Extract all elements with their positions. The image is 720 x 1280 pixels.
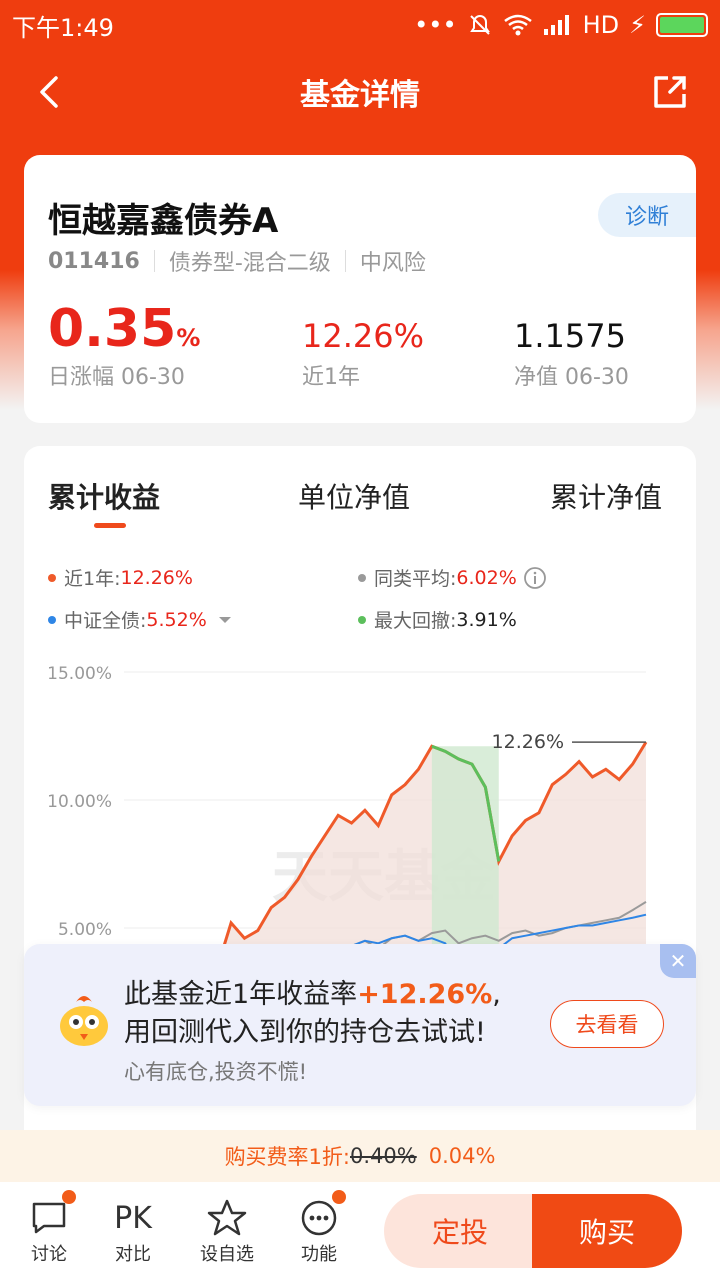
caret-down-icon xyxy=(218,616,231,623)
daily-change-unit: % xyxy=(176,324,201,352)
more-dots-icon: ••• xyxy=(414,11,457,39)
year-return-stat: 12.26% 近1年 xyxy=(302,317,424,391)
compare-button[interactable]: PK 对比 xyxy=(98,1196,168,1266)
daily-change-stat: 0.35% 日涨幅 06-30 xyxy=(48,303,200,391)
fund-risk: 中风险 xyxy=(359,251,426,276)
legend-dot xyxy=(358,615,366,624)
nav-label: 净值 06-30 xyxy=(514,365,629,390)
legend-dot xyxy=(48,573,56,582)
fee-prefix: 购买费率1折: xyxy=(224,1145,350,1169)
legend-drawdown: 最大回撤: 3.91% xyxy=(358,606,517,633)
popup-line1-text: 此基金近1年收益率 xyxy=(124,979,358,1010)
chat-icon xyxy=(32,1202,66,1234)
tab-cumulative-return[interactable]: 累计收益 xyxy=(48,476,160,516)
legend-fund: 近1年: 12.26% xyxy=(48,564,193,591)
fee-old: 0.40% xyxy=(350,1144,417,1168)
function-button[interactable]: 功能 xyxy=(284,1190,354,1266)
legend-drawdown-value: 3.91% xyxy=(456,608,517,631)
daily-change-label: 日涨幅 06-30 xyxy=(48,365,185,390)
notification-badge xyxy=(62,1190,76,1204)
end-value-label: 12.26% xyxy=(492,731,564,753)
diagnose-button[interactable]: 诊断 xyxy=(598,193,696,237)
back-button[interactable] xyxy=(30,70,74,114)
year-return-value: 12.26% xyxy=(302,317,425,355)
sip-button[interactable]: 定投 xyxy=(384,1194,536,1268)
legend-fund-label: 近1年: xyxy=(64,568,121,590)
mascot-icon xyxy=(60,996,108,1046)
legend-fund-value: 12.26% xyxy=(120,566,193,589)
star-icon xyxy=(207,1199,247,1236)
legend-index[interactable]: 中证全债: 5.52% xyxy=(48,606,235,633)
chevron-left-icon xyxy=(40,76,58,108)
bottom-bar: 讨论 PK 对比 设自选 功能 定投 购买 xyxy=(0,1182,720,1280)
backtest-popup: ✕ 此基金近1年收益率+12.26%, 用回测代入到你的持仓去试试! 心有底仓,… xyxy=(24,944,696,1106)
info-icon[interactable] xyxy=(523,566,547,590)
add-watchlist-button[interactable]: 设自选 xyxy=(192,1196,262,1266)
network-label: HD xyxy=(582,11,620,39)
fee-bar: 购买费率1折: 0.40% 0.04% xyxy=(0,1130,720,1182)
tab-cumulative-nav[interactable]: 累计净值 xyxy=(550,476,662,516)
mute-icon xyxy=(469,14,490,35)
fund-meta: 011416 债券型-混合二级 中风险 xyxy=(48,245,426,277)
status-time: 下午1:49 xyxy=(12,13,114,42)
legend-peer: 同类平均: 6.02% xyxy=(358,564,547,591)
discuss-button[interactable]: 讨论 xyxy=(14,1190,84,1266)
close-popup-button[interactable]: ✕ xyxy=(660,944,696,978)
status-bar: 下午1:49 ••• HD ⚡ xyxy=(0,0,720,50)
page-title: 基金详情 xyxy=(300,78,420,113)
watch-label: 设自选 xyxy=(200,1244,254,1265)
y-tick-label: 5.00% xyxy=(58,920,112,940)
popup-line1-suffix: , xyxy=(492,979,501,1010)
share-icon xyxy=(654,76,686,108)
tab-indicator xyxy=(94,523,126,528)
more-circle-icon xyxy=(301,1200,337,1236)
popup-line2: 用回测代入到你的持仓去试试! xyxy=(124,1017,486,1048)
y-tick-label: 10.00% xyxy=(47,792,112,812)
y-tick-label: 15.00% xyxy=(47,664,112,684)
status-icons: ••• HD ⚡ xyxy=(414,11,708,39)
popup-line1: 此基金近1年收益率+12.26%, xyxy=(124,972,501,1011)
battery-icon xyxy=(656,13,708,37)
legend-index-value: 5.52% xyxy=(146,608,207,631)
legend-peer-label: 同类平均: xyxy=(374,568,457,590)
fund-stats: 0.35% 日涨幅 06-30 12.26% 近1年 1.1575 净值 06-… xyxy=(48,303,678,403)
legend-dot xyxy=(358,573,366,582)
share-button[interactable] xyxy=(648,70,692,114)
tab-unit-nav[interactable]: 单位净值 xyxy=(298,476,410,516)
daily-change-value: 0.35 xyxy=(48,299,177,359)
buy-button[interactable]: 购买 xyxy=(532,1194,682,1268)
divider xyxy=(344,250,346,272)
discuss-label: 讨论 xyxy=(31,1244,67,1265)
legend-index-label: 中证全债: xyxy=(64,610,147,632)
legend-dot xyxy=(48,615,56,624)
legend-drawdown-label: 最大回撤: xyxy=(374,610,457,632)
fund-summary-card: 恒越嘉鑫债券A 诊断 011416 债券型-混合二级 中风险 0.35% 日涨幅… xyxy=(24,155,696,423)
fund-code: 011416 xyxy=(48,248,140,274)
divider xyxy=(153,250,155,272)
go-see-button[interactable]: 去看看 xyxy=(550,1000,664,1048)
fee-new: 0.04% xyxy=(428,1144,496,1168)
function-label: 功能 xyxy=(301,1244,337,1265)
wifi-icon xyxy=(503,14,532,36)
pk-icon: PK xyxy=(114,1200,152,1236)
nav-value: 1.1575 xyxy=(514,317,626,355)
notification-badge xyxy=(332,1190,346,1204)
legend-peer-value: 6.02% xyxy=(456,566,517,589)
fund-type: 债券型-混合二级 xyxy=(168,251,331,276)
year-return-label: 近1年 xyxy=(302,365,360,390)
close-icon: ✕ xyxy=(669,949,687,973)
nav-stat: 1.1575 净值 06-30 xyxy=(514,317,629,391)
signal-icon xyxy=(543,15,569,35)
charging-icon: ⚡ xyxy=(629,11,646,39)
nav-bar: 基金详情 xyxy=(0,60,720,124)
popup-highlight: +12.26% xyxy=(357,979,493,1010)
popup-line3: 心有底仓,投资不慌! xyxy=(124,1060,308,1084)
compare-label: 对比 xyxy=(115,1244,151,1265)
fund-name: 恒越嘉鑫债券A xyxy=(48,201,279,241)
